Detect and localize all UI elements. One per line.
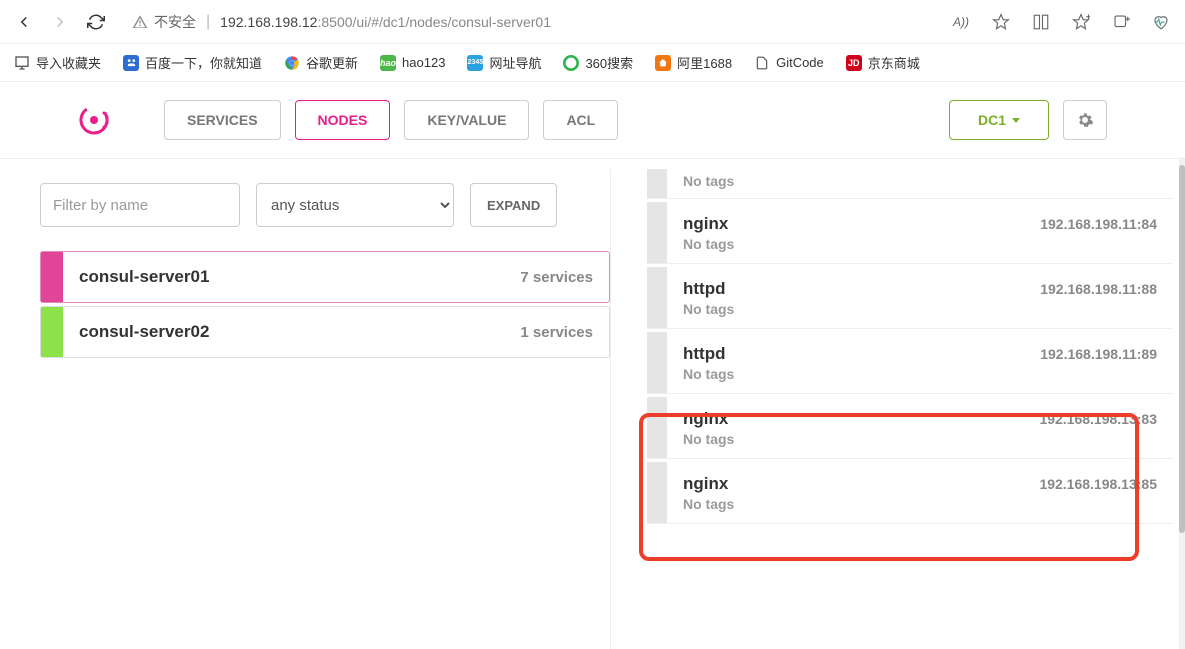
name-filter-input[interactable] (40, 183, 240, 227)
nodes-panel: any status EXPAND consul-server01 7 serv… (0, 159, 610, 649)
service-name: httpd (683, 344, 725, 364)
service-tags: No tags (683, 301, 1157, 317)
service-name: nginx (683, 474, 728, 494)
collections-icon[interactable] (1109, 10, 1133, 34)
bookmark-google[interactable]: 谷歌更新 (284, 53, 358, 72)
bookmark-1688[interactable]: 阿里1688 (655, 53, 732, 72)
node-name: consul-server02 (63, 322, 520, 342)
bookmark-baidu[interactable]: 百度一下，你就知道 (123, 53, 262, 72)
service-address: 192.168.198.13:85 (1039, 476, 1157, 492)
service-address: 192.168.198.11:89 (1040, 346, 1157, 362)
so360-icon (563, 55, 579, 71)
service-item[interactable]: nginx 192.168.198.13:85 No tags (647, 462, 1173, 524)
app-nav: SERVICES NODES KEY/VALUE ACL DC1 (0, 82, 1185, 159)
service-status-indicator (647, 169, 667, 198)
node-status-indicator (41, 307, 63, 357)
tab-services[interactable]: SERVICES (164, 100, 281, 140)
read-aloud-icon[interactable]: A)) (949, 10, 973, 34)
file-icon (754, 55, 770, 71)
jd-icon: JD (846, 55, 862, 71)
import-favorites[interactable]: 导入收藏夹 (14, 53, 101, 72)
services-panel: No tags nginx 192.168.198.11:84 No tags … (611, 159, 1185, 649)
favorites-icon[interactable] (1069, 10, 1093, 34)
node-service-count: 7 services (520, 269, 609, 286)
performance-icon[interactable] (1149, 10, 1173, 34)
tab-nodes[interactable]: NODES (295, 100, 391, 140)
bookmark-gitcode[interactable]: GitCode (754, 55, 824, 71)
browser-toolbar: 不安全 | 192.168.198.12:8500/ui/#/dc1/nodes… (0, 0, 1185, 44)
bookmark-hao123[interactable]: hao hao123 (380, 55, 445, 71)
service-tags: No tags (683, 366, 1157, 382)
service-tags: No tags (683, 496, 1157, 512)
service-status-indicator (647, 462, 667, 523)
service-item[interactable]: nginx 192.168.198.11:84 No tags (647, 202, 1173, 264)
star-icon[interactable] (989, 10, 1013, 34)
hao123-icon: hao (380, 55, 396, 71)
nav2345-icon: 2345 (467, 55, 483, 71)
refresh-icon[interactable] (84, 10, 108, 34)
scrollbar[interactable] (1179, 159, 1185, 649)
service-tags: No tags (683, 173, 1157, 189)
filter-row: any status EXPAND (40, 183, 610, 227)
service-status-indicator (647, 202, 667, 263)
gear-icon (1076, 111, 1094, 129)
service-tags: No tags (683, 431, 1157, 447)
scrollbar-thumb[interactable] (1179, 165, 1185, 533)
bookmark-360[interactable]: 360搜索 (563, 53, 633, 72)
service-item[interactable]: httpd 192.168.198.11:88 No tags (647, 267, 1173, 329)
insecure-label: 不安全 (154, 12, 196, 32)
split-screen-icon[interactable] (1029, 10, 1053, 34)
bookmarks-bar: 导入收藏夹 百度一下，你就知道 谷歌更新 hao hao123 2345 网址导… (0, 44, 1185, 82)
browser-actions: A)) (949, 10, 1173, 34)
back-icon[interactable] (12, 10, 36, 34)
service-status-indicator (647, 397, 667, 458)
status-filter-select[interactable]: any status (256, 183, 454, 227)
service-status-indicator (647, 267, 667, 328)
chevron-down-icon (1012, 118, 1020, 123)
service-address: 192.168.198.11:84 (1040, 216, 1157, 232)
service-item[interactable]: nginx 192.168.198.13:83 No tags (647, 397, 1173, 459)
baidu-icon (123, 55, 139, 71)
consul-logo (78, 104, 110, 136)
settings-button[interactable] (1063, 100, 1107, 140)
service-address: 192.168.198.11:88 (1040, 281, 1157, 297)
node-status-indicator (41, 252, 63, 302)
service-name: nginx (683, 214, 728, 234)
url-text: 192.168.198.12:8500/ui/#/dc1/nodes/consu… (220, 14, 551, 30)
tab-acl[interactable]: ACL (543, 100, 618, 140)
node-name: consul-server01 (63, 267, 520, 287)
forward-icon (48, 10, 72, 34)
service-name: nginx (683, 409, 728, 429)
main-layout: any status EXPAND consul-server01 7 serv… (0, 159, 1185, 649)
service-address: 192.168.198.13:83 (1039, 411, 1157, 427)
bookmark-jd[interactable]: JD 京东商城 (846, 53, 920, 72)
bookmark-2345[interactable]: 2345 网址导航 (467, 53, 541, 72)
address-separator: | (206, 13, 210, 31)
service-tags: No tags (683, 236, 1157, 252)
ali1688-icon (655, 55, 671, 71)
node-item[interactable]: consul-server01 7 services (40, 251, 610, 303)
service-name: httpd (683, 279, 725, 299)
expand-button[interactable]: EXPAND (470, 183, 557, 227)
address-bar[interactable]: 不安全 | 192.168.198.12:8500/ui/#/dc1/nodes… (120, 7, 925, 37)
tab-kv[interactable]: KEY/VALUE (404, 100, 529, 140)
node-service-count: 1 services (520, 324, 609, 341)
service-item[interactable]: httpd 192.168.198.11:89 No tags (647, 332, 1173, 394)
datacenter-selector[interactable]: DC1 (949, 100, 1049, 140)
service-item[interactable]: No tags (647, 169, 1173, 199)
chrome-icon (284, 55, 300, 71)
node-item[interactable]: consul-server02 1 services (40, 306, 610, 358)
security-warning: 不安全 (132, 12, 196, 32)
service-status-indicator (647, 332, 667, 393)
